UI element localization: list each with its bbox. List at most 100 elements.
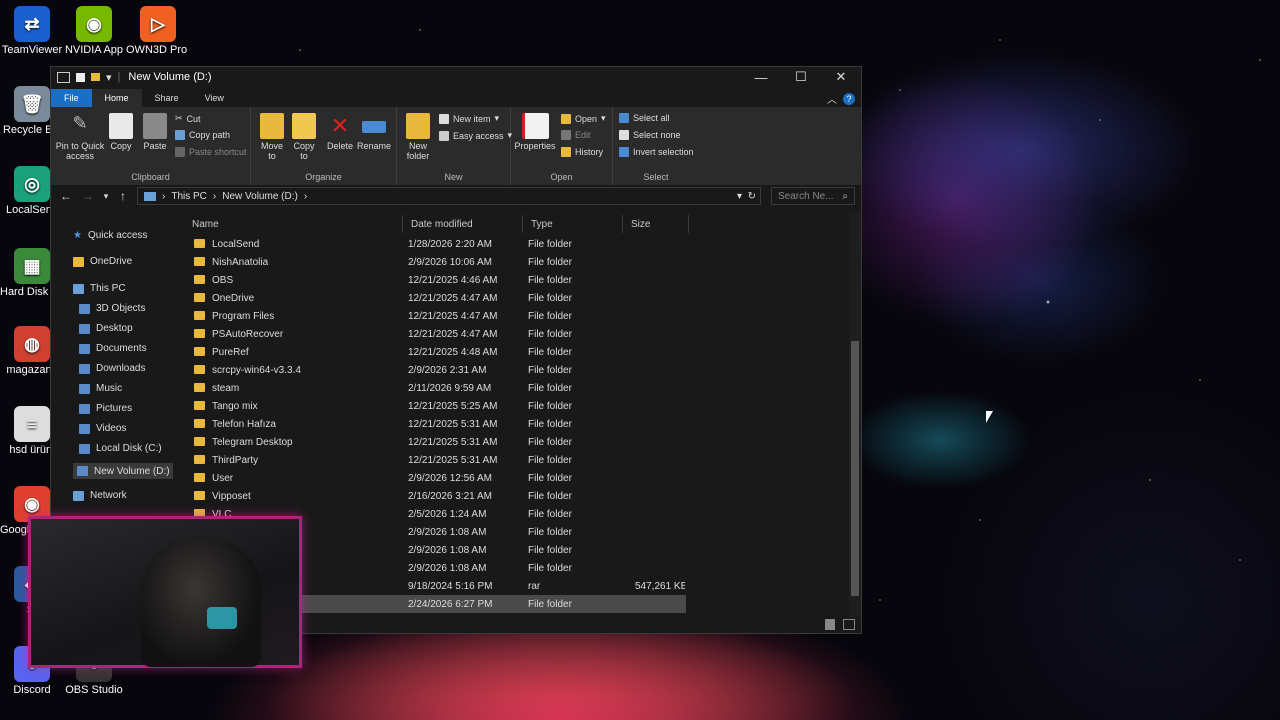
new-item-label: New item	[453, 113, 491, 124]
history-button[interactable]: History	[561, 147, 603, 157]
cell-type: File folder	[528, 400, 572, 412]
forward-arrow-icon[interactable]: →	[77, 189, 99, 203]
column-header-name[interactable]: Name	[184, 215, 403, 233]
desktop-icon-2[interactable]: ▷ OWN3D Pro Desktop	[126, 6, 190, 56]
rename-button[interactable]: Rename	[357, 113, 391, 151]
address-bar[interactable]: › This PC › New Volume (D:) › ▾ ↻	[137, 187, 761, 205]
column-header-size[interactable]: Size	[623, 215, 689, 233]
up-arrow-icon[interactable]: ↑	[113, 189, 133, 203]
recent-locations-icon[interactable]: ▾	[99, 191, 113, 202]
nav-quick-access[interactable]: ★ Quick access	[73, 230, 147, 241]
tab-file[interactable]: File	[51, 89, 92, 107]
column-header-type[interactable]: Type	[523, 215, 623, 233]
search-input[interactable]: Search Ne... ⌕	[771, 187, 855, 205]
help-icon[interactable]: ?	[843, 92, 855, 105]
scissors-icon: ✂	[175, 113, 183, 123]
new-folder-quick-icon[interactable]	[91, 73, 100, 81]
move-to-button[interactable]: Move to	[257, 113, 287, 162]
nav-item-label: Documents	[96, 343, 147, 354]
nav-this-pc[interactable]: This PC	[73, 283, 126, 294]
table-row[interactable]: ThirdParty 12/21/2025 5:31 AM File folder	[184, 451, 686, 469]
table-row[interactable]: Vipposet 2/16/2026 3:21 AM File folder	[184, 487, 686, 505]
delete-button[interactable]: ✕ Delete	[325, 113, 355, 151]
copy-path-button[interactable]: Copy path	[175, 130, 230, 140]
breadcrumb-new-volume[interactable]: New Volume (D:)	[222, 191, 298, 202]
nav-item[interactable]: Music	[79, 383, 122, 394]
table-row[interactable]: Telefon Hafıza 12/21/2025 5:31 AM File fol…	[184, 415, 686, 433]
nav-onedrive[interactable]: OneDrive	[73, 256, 132, 267]
customize-dropdown-icon[interactable]: ▾	[106, 71, 112, 84]
copy-button[interactable]: Copy	[107, 113, 135, 151]
nav-item-label: Local Disk (C:)	[96, 443, 162, 454]
back-arrow-icon[interactable]: ←	[55, 189, 77, 203]
scrollbar-thumb[interactable]	[851, 341, 859, 596]
pin-to-quick-access-button[interactable]: ✎ Pin to Quick access	[55, 113, 105, 162]
table-row[interactable]: Program Files 12/21/2025 4:47 AM File fold…	[184, 307, 686, 325]
table-row[interactable]: User 2/9/2026 12:56 AM File folder	[184, 469, 686, 487]
paste-label: Paste	[143, 141, 167, 151]
nav-network[interactable]: Network	[73, 490, 127, 501]
table-row[interactable]: NishAnatolia 2/9/2026 10:06 AM File folder	[184, 253, 686, 271]
maximize-button[interactable]: ☐	[781, 67, 821, 87]
table-row[interactable]: Tango mix 12/21/2025 5:25 AM File folder	[184, 397, 686, 415]
cell-type: File folder	[528, 598, 572, 610]
invert-selection-button[interactable]: Invert selection	[619, 147, 694, 157]
cell-date: 2/9/2026 2:31 AM	[408, 364, 487, 376]
details-view-icon[interactable]	[825, 619, 835, 630]
table-row[interactable]: LocalSend 1/28/2026 2:20 AM File folder	[184, 235, 686, 253]
table-row[interactable]: OBS 12/21/2025 4:46 AM File folder	[184, 271, 686, 289]
select-none-button[interactable]: Select none	[619, 130, 681, 140]
nav-item[interactable]: 3D Objects	[79, 303, 145, 314]
ribbon-tabs: File Home Share View ︿ ?	[51, 87, 861, 107]
properties-button[interactable]: Properties	[513, 113, 557, 151]
open-button[interactable]: Open ▾	[561, 113, 606, 124]
table-row[interactable]: steam 2/11/2026 9:59 AM File folder	[184, 379, 686, 397]
easy-access-button[interactable]: Easy access ▾	[439, 130, 512, 141]
nav-item[interactable]: Videos	[79, 423, 126, 434]
copy-to-button[interactable]: Copy to	[289, 113, 319, 162]
paste-shortcut-button[interactable]: Paste shortcut	[175, 147, 247, 157]
new-folder-button[interactable]: New folder	[401, 113, 435, 162]
desktop-icon-0[interactable]: ⇄ TeamViewer	[0, 6, 64, 56]
select-all-button[interactable]: Select all	[619, 113, 670, 123]
cell-date: 2/5/2026 1:24 AM	[408, 508, 487, 520]
table-row[interactable]: scrcpy-win64-v3.3.4 2/9/2026 2:31 AM File …	[184, 361, 686, 379]
edit-button[interactable]: Edit	[561, 130, 591, 140]
easy-access-label: Easy access	[453, 130, 504, 141]
desktop-icon-label: Discord	[13, 684, 51, 696]
minimize-button[interactable]: —	[741, 67, 781, 87]
organize-group-label: Organize	[305, 172, 342, 182]
paste-button[interactable]: Paste	[141, 113, 169, 151]
collapse-ribbon-icon[interactable]: ︿	[827, 91, 837, 106]
desktop-icon-1[interactable]: ◉ NVIDIA App	[62, 6, 126, 56]
table-row[interactable]: PureRef 12/21/2025 4:48 AM File folder	[184, 343, 686, 361]
tab-view[interactable]: View	[192, 89, 237, 107]
table-row[interactable]: PSAutoRecover 12/21/2025 4:47 AM File fold…	[184, 325, 686, 343]
tab-home[interactable]: Home	[91, 89, 142, 107]
breadcrumb-this-pc[interactable]: This PC	[171, 191, 207, 202]
new-item-button[interactable]: New item ▾	[439, 113, 499, 124]
nav-item[interactable]: Local Disk (C:)	[79, 443, 162, 454]
cut-button[interactable]: ✂ Cut	[175, 113, 201, 124]
table-row[interactable]: Telegram Desktop 12/21/2025 5:31 AM File f…	[184, 433, 686, 451]
title-bar[interactable]: ▾ | New Volume (D:) — ☐ ✕	[51, 67, 861, 87]
nav-quick-access-label: Quick access	[87, 230, 148, 241]
address-dropdown-icon[interactable]: ▾	[737, 191, 742, 202]
cell-size: 547,261 KB	[635, 580, 685, 592]
cell-name: User	[212, 472, 234, 484]
nav-item[interactable]: Downloads	[79, 363, 145, 374]
tab-share[interactable]: Share	[142, 89, 192, 107]
nav-item[interactable]: New Volume (D:)	[73, 463, 173, 479]
properties-quick-icon[interactable]	[76, 72, 85, 82]
vertical-scrollbar[interactable]	[849, 213, 861, 617]
nav-item[interactable]: Pictures	[79, 403, 132, 414]
nav-item[interactable]: Documents	[79, 343, 147, 354]
large-icons-view-icon[interactable]	[843, 619, 855, 630]
table-row[interactable]: OneDrive 12/21/2025 4:47 AM File folder	[184, 289, 686, 307]
nav-item[interactable]: Desktop	[79, 323, 133, 334]
close-button[interactable]: ✕	[821, 67, 861, 87]
refresh-icon[interactable]: ↻	[748, 191, 756, 202]
cell-type: File folder	[528, 310, 572, 322]
column-header-date[interactable]: Date modified	[403, 215, 523, 233]
cell-type: File folder	[528, 472, 572, 484]
